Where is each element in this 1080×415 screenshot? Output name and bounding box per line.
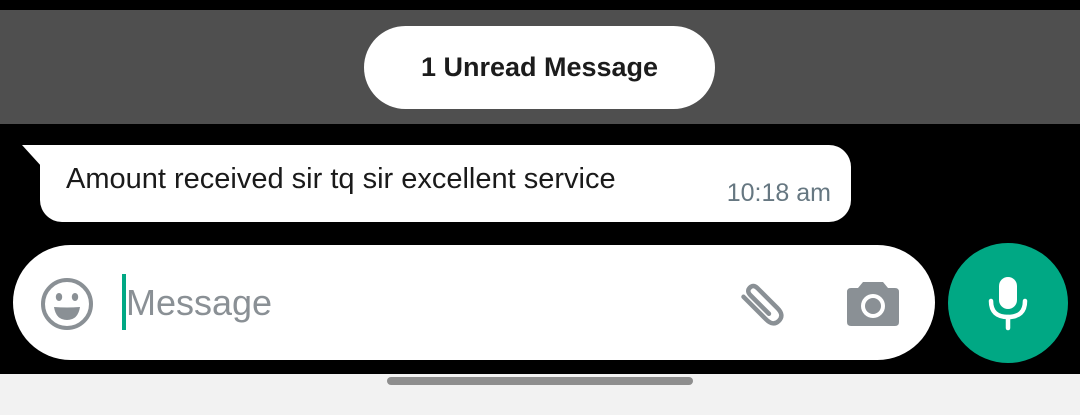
incoming-message-bubble[interactable]: Amount received sir tq sir excellent ser… xyxy=(40,145,851,222)
message-input[interactable] xyxy=(126,275,706,331)
emoji-icon xyxy=(41,278,93,330)
system-navigation-bar xyxy=(0,374,1080,415)
message-bubble-tail xyxy=(22,145,42,167)
camera-icon xyxy=(847,282,899,326)
attach-button[interactable] xyxy=(733,275,795,337)
unread-messages-badge: 1 Unread Message xyxy=(364,26,715,109)
microphone-icon xyxy=(988,277,1028,331)
unread-messages-bar: 1 Unread Message xyxy=(0,10,1080,124)
status-strip xyxy=(0,0,1080,10)
unread-messages-label: 1 Unread Message xyxy=(420,52,659,82)
message-timestamp: 10:18 am xyxy=(726,179,831,207)
camera-button[interactable] xyxy=(845,276,901,330)
paperclip-icon xyxy=(741,283,784,326)
voice-message-button[interactable] xyxy=(948,243,1068,363)
message-composer xyxy=(13,245,935,360)
emoji-button[interactable] xyxy=(39,276,95,332)
home-gesture-handle[interactable] xyxy=(387,377,693,385)
message-text: Amount received sir tq sir excellent ser… xyxy=(66,163,616,195)
chat-area: Amount received sir tq sir excellent ser… xyxy=(0,124,1080,374)
